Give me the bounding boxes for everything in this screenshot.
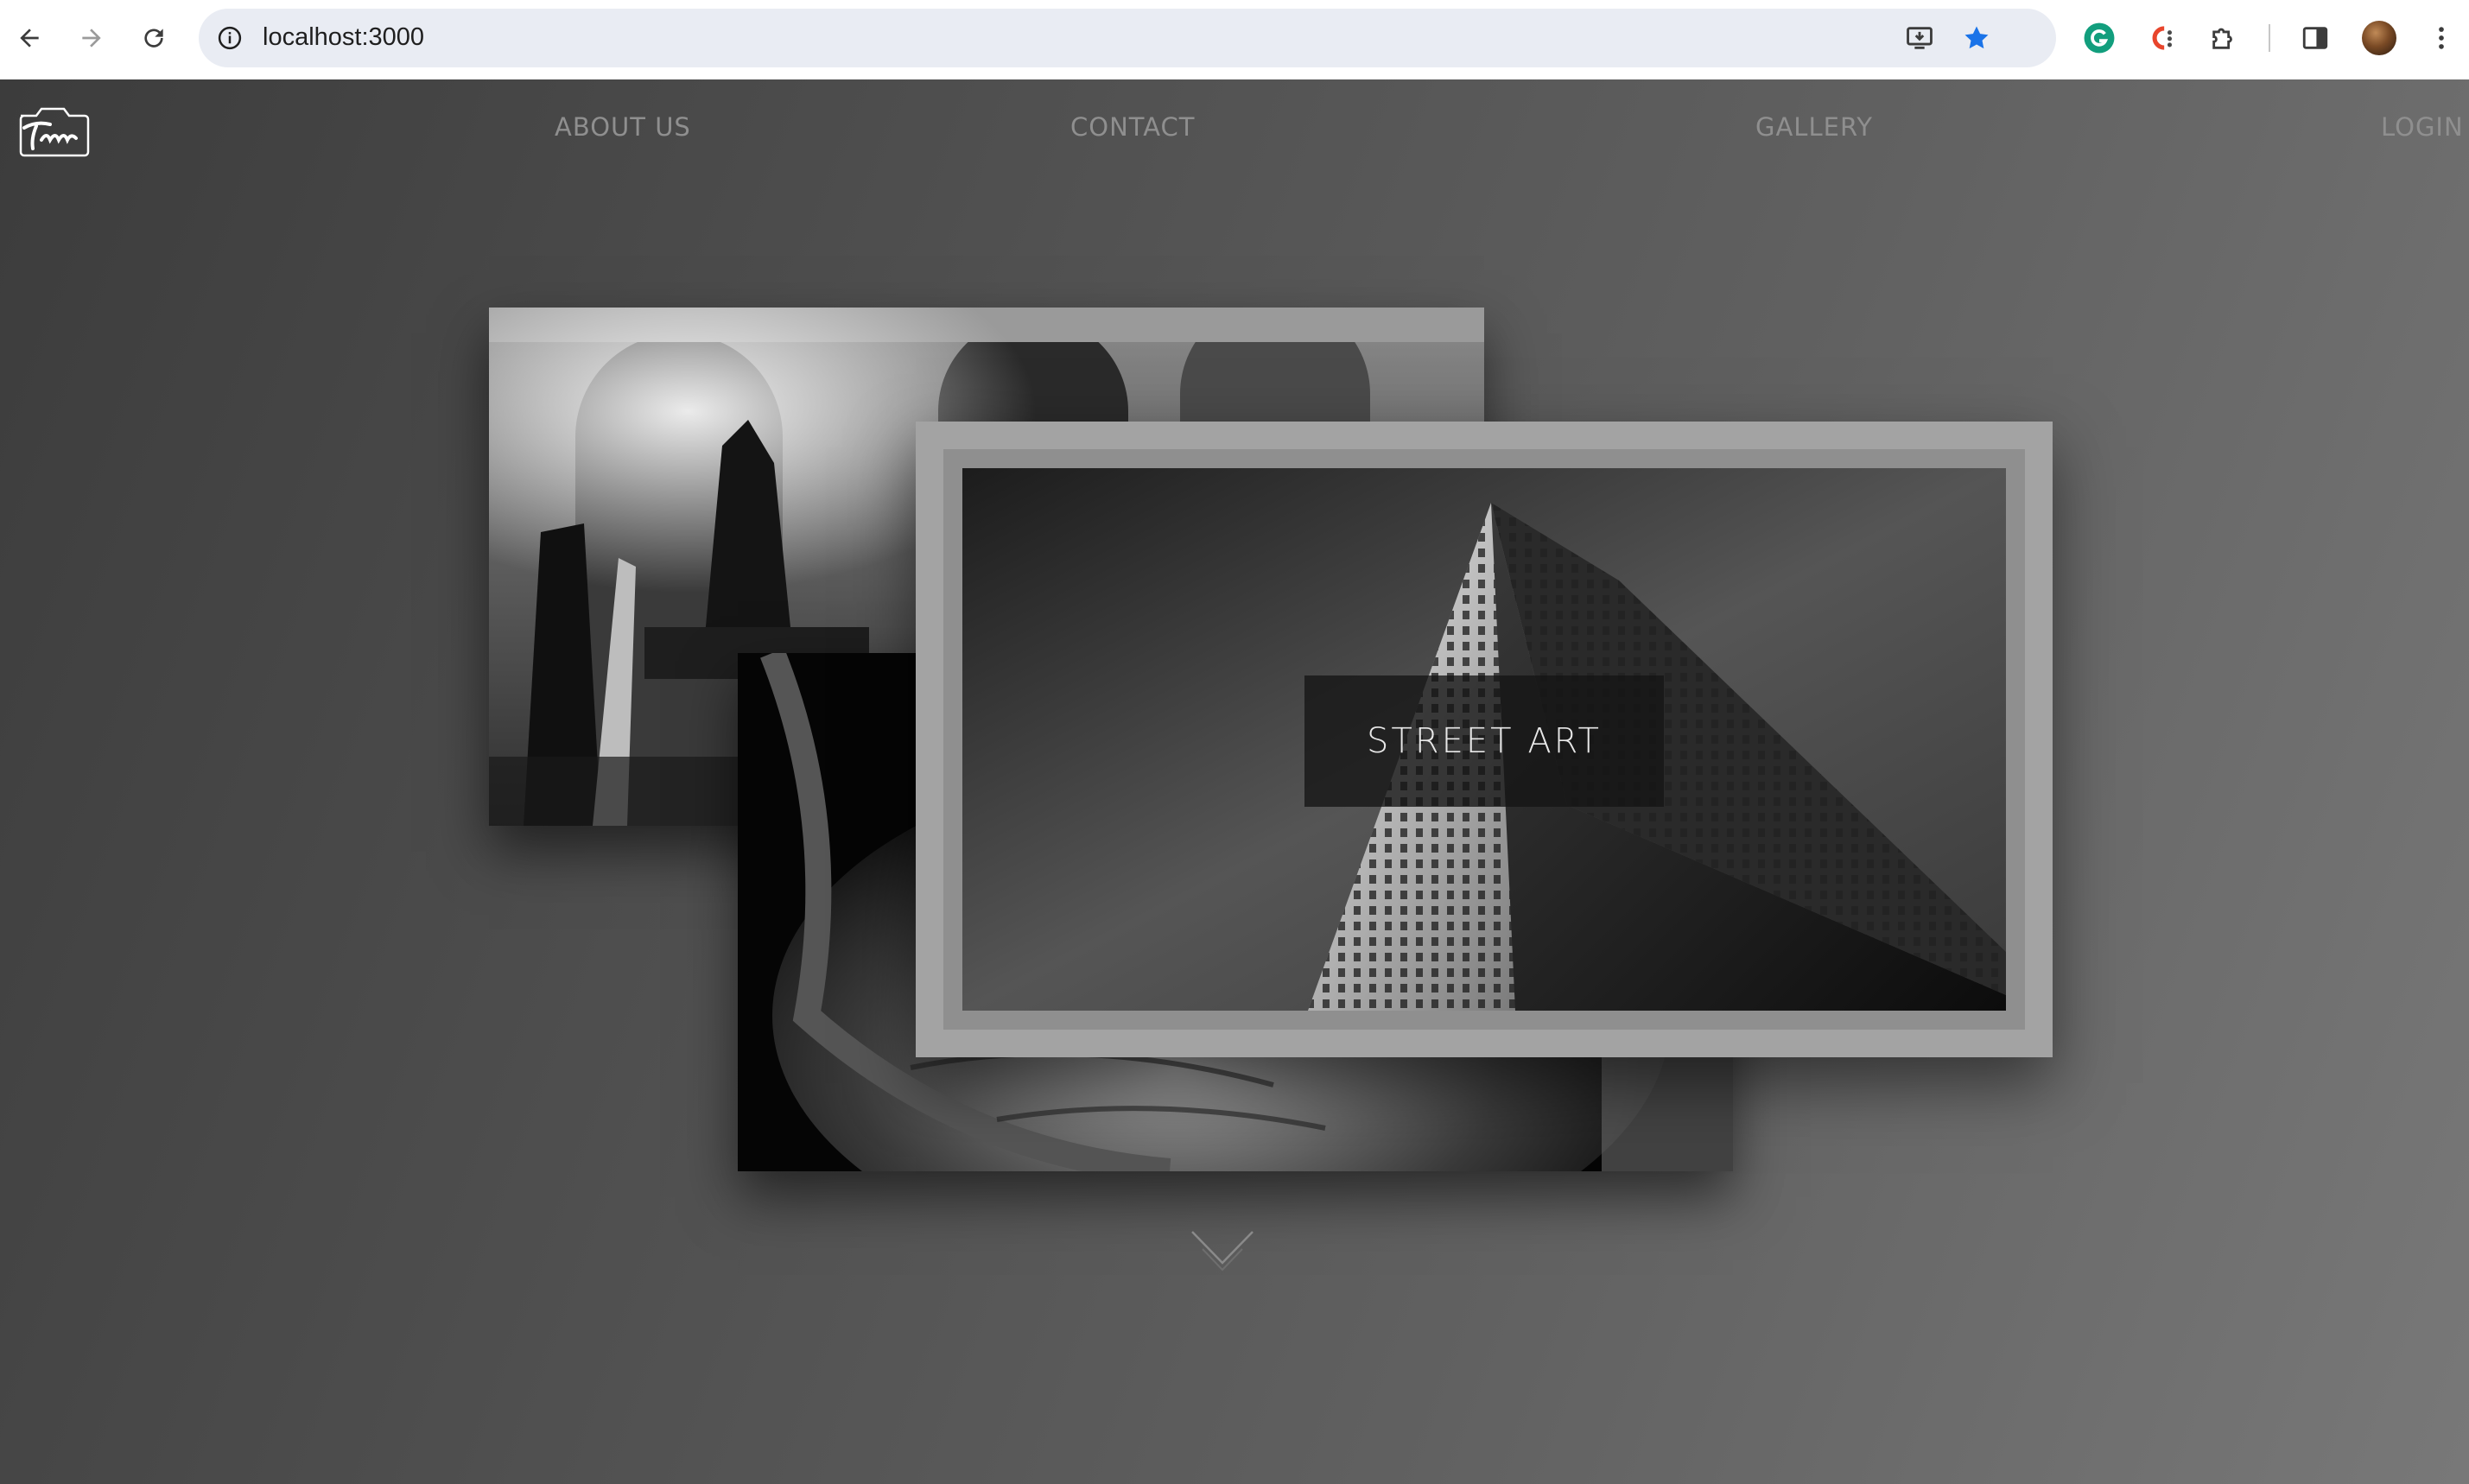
back-icon[interactable] xyxy=(10,19,48,57)
featured-caption[interactable]: STREET ART xyxy=(1304,675,1664,807)
url-text[interactable]: localhost:3000 xyxy=(263,23,424,52)
toolbar-divider xyxy=(2269,24,2270,52)
nav-contact[interactable]: CONTACT xyxy=(1070,112,1196,142)
site-logo[interactable] xyxy=(16,102,92,159)
page-viewport: ABOUT US CONTACT GALLERY LOGIN STREET AR… xyxy=(0,79,2469,1484)
address-bar[interactable]: localhost:3000 xyxy=(199,9,2056,67)
color-picker-extension-icon[interactable] xyxy=(2142,19,2180,57)
grammarly-extension-icon[interactable] xyxy=(2080,19,2118,57)
chevron-down-icon[interactable] xyxy=(1190,1228,1254,1280)
install-app-icon[interactable] xyxy=(1902,21,1937,55)
site-info-icon[interactable] xyxy=(213,21,247,55)
featured-caption-text: STREET ART xyxy=(1367,721,1602,761)
more-menu-icon[interactable] xyxy=(2422,19,2460,57)
nav-login[interactable]: LOGIN xyxy=(2381,112,2464,142)
browser-toolbar: localhost:3000 xyxy=(0,0,2469,79)
nav-gallery[interactable]: GALLERY xyxy=(1755,112,1873,142)
profile-avatar[interactable] xyxy=(2362,21,2396,55)
forward-icon[interactable] xyxy=(73,19,111,57)
extensions-puzzle-icon[interactable] xyxy=(2205,19,2243,57)
reload-icon[interactable] xyxy=(135,19,173,57)
nav-about-us[interactable]: ABOUT US xyxy=(555,112,691,142)
bookmark-star-icon[interactable] xyxy=(1959,21,1994,55)
side-panel-icon[interactable] xyxy=(2296,19,2334,57)
